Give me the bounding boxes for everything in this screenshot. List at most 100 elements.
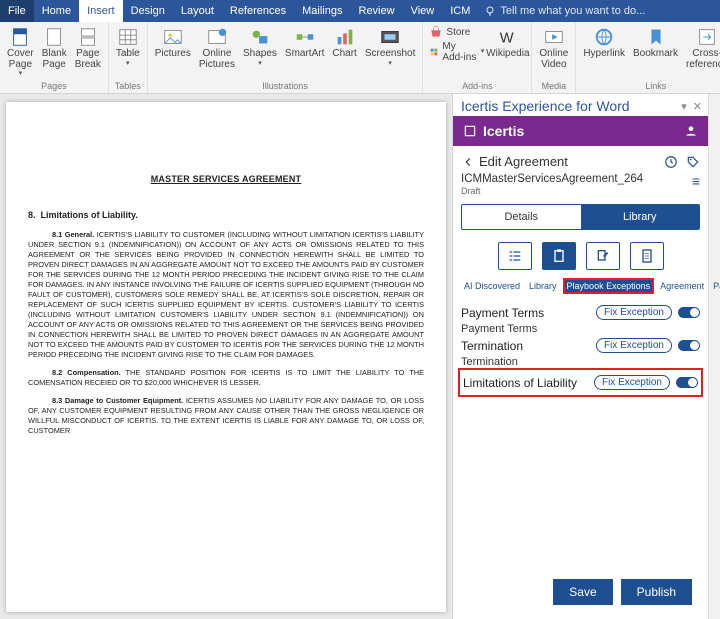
brand-icon [463,124,477,138]
pane-menu-button[interactable]: ▾ [681,100,687,113]
task-pane: Icertis Experience for Word ▾ ✕ Icertis … [452,94,708,619]
store-button[interactable]: Store [427,24,486,40]
table-button[interactable]: Table▾ [113,24,143,69]
view-clipboard-button[interactable] [542,242,576,270]
tab-view[interactable]: View [403,0,443,22]
online-pictures-button[interactable]: Online Pictures [196,24,238,72]
toggle[interactable] [678,340,700,351]
cross-ref-icon [696,26,718,48]
segmented-control: Details Library [461,204,700,230]
user-icon[interactable] [684,124,698,138]
exception-child: Termination [461,356,700,368]
addins-icon [429,45,439,59]
tab-icm[interactable]: ICM [442,0,478,22]
smartart-button[interactable]: SmartArt [282,24,327,62]
tab-design[interactable]: Design [123,0,173,22]
paragraph: 8.1 General. ICERTIS'S LIABILITY TO CUST… [28,230,424,360]
tab-references[interactable]: References [222,0,294,22]
exception-item: Termination Fix Exception Termination [461,335,700,368]
subtab-ai[interactable]: AI Discovered [461,279,523,293]
seg-details[interactable]: Details [462,205,581,229]
clock-icon[interactable] [664,155,678,169]
ribbon-tabs: File Home Insert Design Layout Reference… [0,0,720,22]
my-addins-button[interactable]: My Add-ins ▾ [427,40,486,64]
tag-icon[interactable] [686,155,700,169]
store-icon [429,25,443,39]
publish-button[interactable]: Publish [621,579,692,605]
list-icon [507,248,523,264]
save-button[interactable]: Save [553,579,612,605]
clipboard-icon [551,248,567,264]
paragraph: 8.3 Damage to Customer Equipment. ICERTI… [28,396,424,436]
group-pages: Cover Page▾ Blank Page Page Break Pages [0,22,109,93]
exception-item: Payment Terms Fix Exception Payment Term… [461,302,700,335]
smartart-icon [294,26,316,48]
subtab-agreement[interactable]: Agreement [657,279,707,293]
edit-icon [595,248,611,264]
view-list-button[interactable] [498,242,532,270]
wikipedia-icon: W [497,26,519,48]
shapes-button[interactable]: Shapes▾ [240,24,280,69]
subtab-playbook-exceptions[interactable]: Playbook Exceptions [563,278,655,294]
pane-title: Icertis Experience for Word [461,98,630,114]
group-label: Tables [115,81,141,93]
group-links: Hyperlink Bookmark Cross- reference Link… [576,22,720,93]
exception-name: Payment Terms [461,306,544,320]
subtab-parent[interactable]: Parent [710,279,720,293]
hyperlink-button[interactable]: Hyperlink [580,24,628,62]
tab-mailings[interactable]: Mailings [294,0,350,22]
view-edit-button[interactable] [586,242,620,270]
exception-child: Payment Terms [461,323,700,335]
subtab-library[interactable]: Library [526,279,560,293]
library-subtabs: AI Discovered Library Playbook Exception… [461,278,700,294]
view-doc-button[interactable] [630,242,664,270]
group-label: Illustrations [262,81,308,93]
tab-home[interactable]: Home [34,0,79,22]
back-icon[interactable] [461,155,475,169]
cover-page-button[interactable]: Cover Page▾ [4,24,37,79]
fix-exception-button[interactable]: Fix Exception [596,305,672,320]
pane-header: Icertis Experience for Word ▾ ✕ [453,94,708,116]
group-label: Add-ins [462,81,493,93]
cover-page-icon [9,26,31,48]
agreement-status: Draft [461,186,643,196]
ribbon: Cover Page▾ Blank Page Page Break Pages … [0,22,720,94]
pictures-button[interactable]: Pictures [152,24,194,62]
toggle[interactable] [676,377,698,388]
chart-button[interactable]: Chart [329,24,359,62]
fix-exception-button[interactable]: Fix Exception [596,338,672,353]
library-view-icons [461,242,700,270]
lightbulb-icon [484,5,496,17]
bookmark-button[interactable]: Bookmark [630,24,681,62]
shapes-icon [249,26,271,48]
group-label: Pages [41,81,67,93]
page-break-button[interactable]: Page Break [72,24,104,72]
group-tables: Table▾ Tables [109,22,148,93]
brand-bar: Icertis [453,116,708,146]
blank-page-button[interactable]: Blank Page [39,24,70,72]
blank-page-icon [43,26,65,48]
group-label: Media [542,81,567,93]
work-area: MASTER SERVICES AGREEMENT 8. Limitations… [0,94,720,619]
seg-library[interactable]: Library [581,205,700,229]
cross-reference-button[interactable]: Cross- reference [683,24,720,72]
tab-file[interactable]: File [0,0,34,22]
tell-me-search[interactable]: Tell me what you want to do... [484,5,645,17]
screenshot-icon [379,26,401,48]
hamburger-icon[interactable]: ≡ [692,173,700,189]
tab-review[interactable]: Review [351,0,403,22]
group-media: Online Video Media [532,22,576,93]
tab-insert[interactable]: Insert [79,0,123,22]
toggle[interactable] [678,307,700,318]
pane-close-button[interactable]: ✕ [693,100,702,113]
group-label: Links [645,81,666,93]
online-video-button[interactable]: Online Video [536,24,571,72]
exception-item-highlighted: Limitations of Liability Fix Exception [458,368,703,397]
chart-icon [334,26,356,48]
screenshot-button[interactable]: Screenshot▾ [362,24,419,69]
wikipedia-button[interactable]: WWikipedia [488,24,527,62]
vertical-scrollbar[interactable] [708,94,720,619]
fix-exception-button[interactable]: Fix Exception [594,375,670,390]
tab-layout[interactable]: Layout [173,0,222,22]
document-canvas[interactable]: MASTER SERVICES AGREEMENT 8. Limitations… [0,94,452,619]
